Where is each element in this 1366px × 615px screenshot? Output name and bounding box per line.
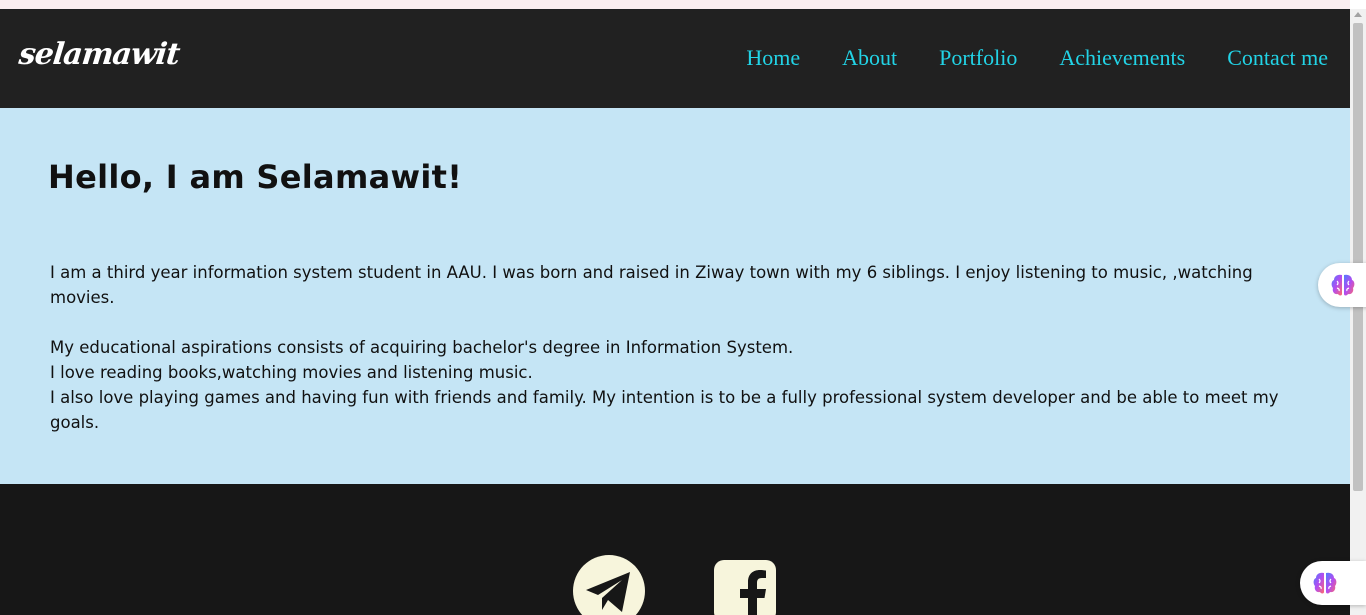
bio-text: I am a third year information system stu…: [50, 260, 1310, 435]
site-logo[interactable]: selamawit: [17, 37, 181, 72]
hero-heading: Hello, I am Selamawit!: [48, 158, 463, 196]
vertical-scrollbar[interactable]: [1350, 9, 1366, 615]
browser-top-strip: [0, 0, 1350, 9]
bio-goals: I also love playing games and having fun…: [50, 388, 1279, 432]
brain-extension-button[interactable]: [1318, 263, 1366, 307]
navbar: selamawit Home About Portfolio Achieveme…: [0, 9, 1350, 108]
nav-link-achievements[interactable]: Achievements: [1059, 45, 1185, 71]
main-nav: Home About Portfolio Achievements Contac…: [746, 45, 1328, 71]
about-section: Hello, I am Selamawit! I am a third year…: [0, 108, 1350, 484]
brain-extension-button-secondary[interactable]: [1300, 561, 1366, 605]
bio-aspirations: My educational aspirations consists of a…: [50, 338, 794, 357]
nav-link-portfolio[interactable]: Portfolio: [939, 45, 1017, 71]
footer: [0, 484, 1350, 615]
facebook-icon[interactable]: [714, 560, 776, 615]
portfolio-page: selamawit Home About Portfolio Achieveme…: [0, 0, 1366, 615]
scrollbar-thumb[interactable]: [1353, 23, 1363, 491]
brain-icon: [1331, 274, 1355, 296]
nav-link-about[interactable]: About: [842, 45, 897, 71]
nav-link-contact[interactable]: Contact me: [1227, 45, 1328, 71]
nav-link-home[interactable]: Home: [746, 45, 800, 71]
brain-icon: [1313, 572, 1337, 594]
scroll-up-arrow-icon[interactable]: [1354, 12, 1362, 17]
bio-hobbies: I love reading books,watching movies and…: [50, 363, 533, 382]
bio-intro: I am a third year information system stu…: [50, 263, 1253, 307]
telegram-icon[interactable]: [572, 554, 646, 615]
